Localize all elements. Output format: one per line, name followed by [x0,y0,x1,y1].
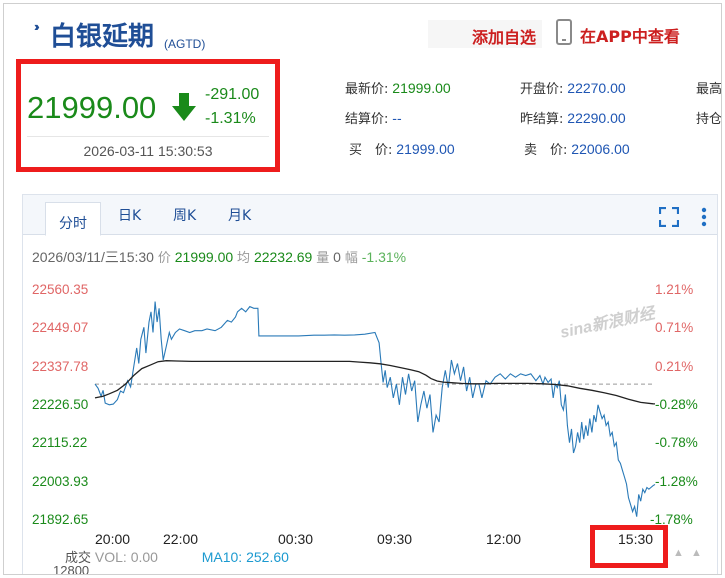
chart-panel: 分时 日K 周K 月K 2026/03/11/三15:30 价 21999.00… [22,194,718,575]
scroll-up-icon[interactable]: ▲ [673,547,684,559]
pct-tick-label: 1.21% [655,282,694,297]
add-favorite-button[interactable]: 添加自选 [428,20,542,48]
current-price: 21999.00 [27,90,157,125]
y-tick-label: 22226.50 [32,397,89,412]
x-tick-label: 22:00 [163,531,199,547]
x-tick-label: 09:30 [377,531,413,547]
open-in-app-link[interactable]: 在APP中查看 [580,23,680,47]
down-arrow-icon [172,93,196,121]
y-tick-label: 22003.93 [32,473,89,489]
x-tick-label: 12:00 [486,531,522,547]
pct-tick-label: 0.71% [655,320,694,336]
latest-price-field: 最新价: 21999.00 [345,80,451,97]
bid-price-field: 买 价: 21999.00 [349,141,455,158]
x-tick-label: 20:00 [95,531,131,547]
volume-summary: 成交 VOL: 0.00 MA10: 252.60 [65,549,289,566]
quote-datetime: 2026-03-11 15:30:53 [83,143,213,159]
average-line [94,360,656,405]
ask-price-field: 卖 价: 22006.00 [524,141,630,158]
double-chevron-icon: ›› [34,19,39,34]
mobile-phone-icon[interactable] [556,19,572,45]
pct-tick-label: -1.28% [655,473,698,489]
y-tick-label: 22115.22 [32,435,88,451]
instrument-code: (AGTD) [164,37,206,51]
add-favorite-label: 添加自选 [471,28,536,47]
price-change-percent: -1.31% [205,110,256,127]
price-change: -291.00 [205,86,260,103]
price-line [94,301,656,517]
pct-tick-label: -0.78% [655,435,698,451]
y-tick-label: 21892.65 [32,512,89,527]
y-tick-label: 22560.35 [32,282,89,297]
y-tick-label: 22337.78 [32,358,89,374]
scroll-down-icon[interactable]: ▲ [691,547,702,559]
open-interest-field: 持仓 [696,112,722,127]
price-summary: 21999.00 -291.00 -1.31% 2026-03-11 15:30… [16,59,280,172]
pct-tick-label: -0.28% [655,397,698,412]
settle-price-field: 结算价: -- [345,110,402,127]
intraday-chart [94,301,656,517]
instrument-name: 白银延期 [50,22,155,52]
open-price-field: 开盘价: 22270.00 [520,80,626,97]
x-tick-label: 00:30 [278,531,314,547]
prev-settle-field: 昨结算: 22290.00 [520,110,626,127]
header: ›› 白银延期 (AGTD) 添加自选 在APP中查看 [4,4,721,56]
quote-page: ›› 白银延期 (AGTD) 添加自选 在APP中查看 21999.00 -29… [3,3,722,575]
pct-tick-label: 0.21% [655,358,694,374]
highlight-box [590,525,668,568]
high-price-field: 最高 [696,82,722,97]
y-tick-label: 22449.07 [32,320,89,336]
volume-axis-top: 12800 [53,563,90,575]
divider [27,136,269,137]
